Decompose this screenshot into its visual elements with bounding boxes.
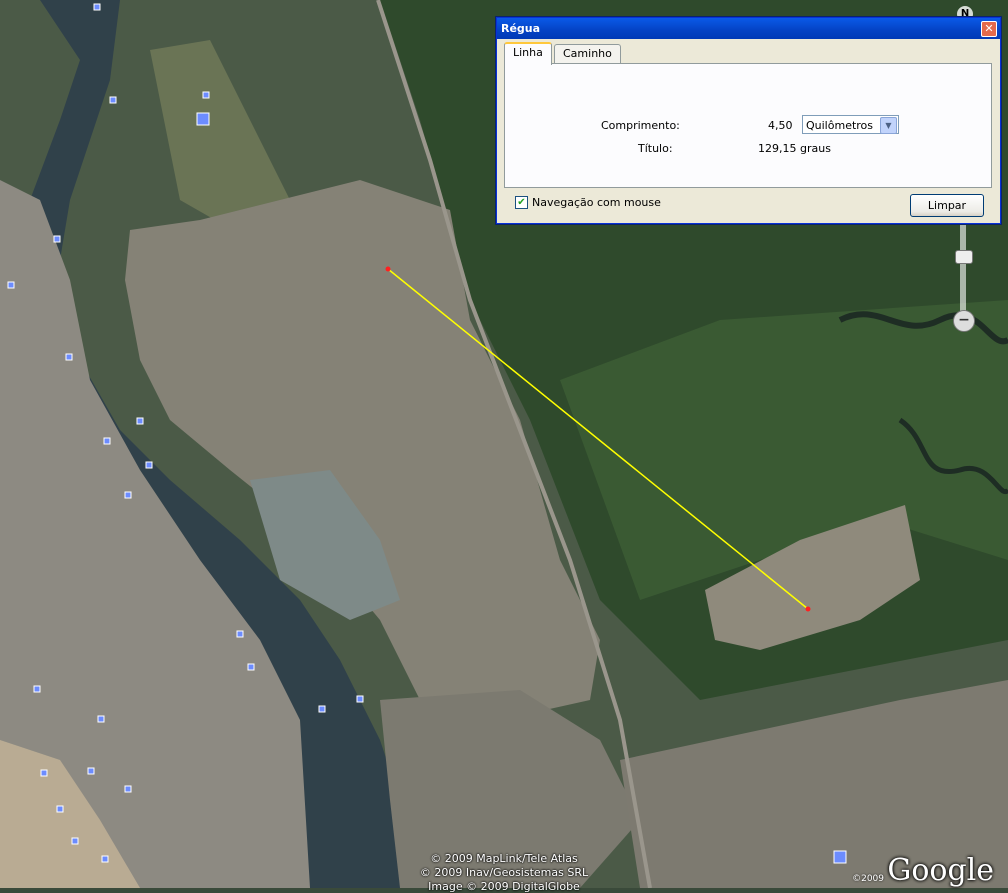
heading-label: Título: <box>638 142 673 155</box>
zoom-slider-track[interactable] <box>960 222 966 322</box>
heading-value: 129,15 graus <box>758 142 831 155</box>
length-label: Comprimento: <box>601 119 680 132</box>
mouse-navigation-label[interactable]: Navegação com mouse <box>532 196 661 209</box>
unit-select[interactable]: Quilômetros ▼ <box>802 115 899 134</box>
unit-selected-value: Quilômetros <box>806 119 874 132</box>
dialog-titlebar[interactable]: Régua ✕ <box>497 18 1000 39</box>
attribution-line-1: © 2009 MapLink/Tele Atlas <box>430 852 578 865</box>
google-logo: Google <box>887 853 994 888</box>
tab-caminho[interactable]: Caminho <box>554 44 621 63</box>
zoom-slider-handle[interactable] <box>955 250 973 264</box>
length-value: 4,50 <box>768 119 793 132</box>
clear-button[interactable]: Limpar <box>910 194 984 217</box>
close-icon[interactable]: ✕ <box>981 21 997 37</box>
ruler-dialog: Régua ✕ Linha Caminho Comprimento: 4,50 … <box>496 17 1001 224</box>
mouse-navigation-checkbox[interactable]: ✔ <box>515 196 528 209</box>
tab-linha[interactable]: Linha <box>504 42 552 65</box>
logo-year: ©2009 <box>852 874 884 884</box>
zoom-out-button[interactable]: − <box>953 310 975 332</box>
tab-panel: Comprimento: 4,50 Quilômetros ▼ Título: … <box>504 63 992 188</box>
chevron-down-icon[interactable]: ▼ <box>880 117 897 134</box>
dialog-title: Régua <box>501 22 541 35</box>
